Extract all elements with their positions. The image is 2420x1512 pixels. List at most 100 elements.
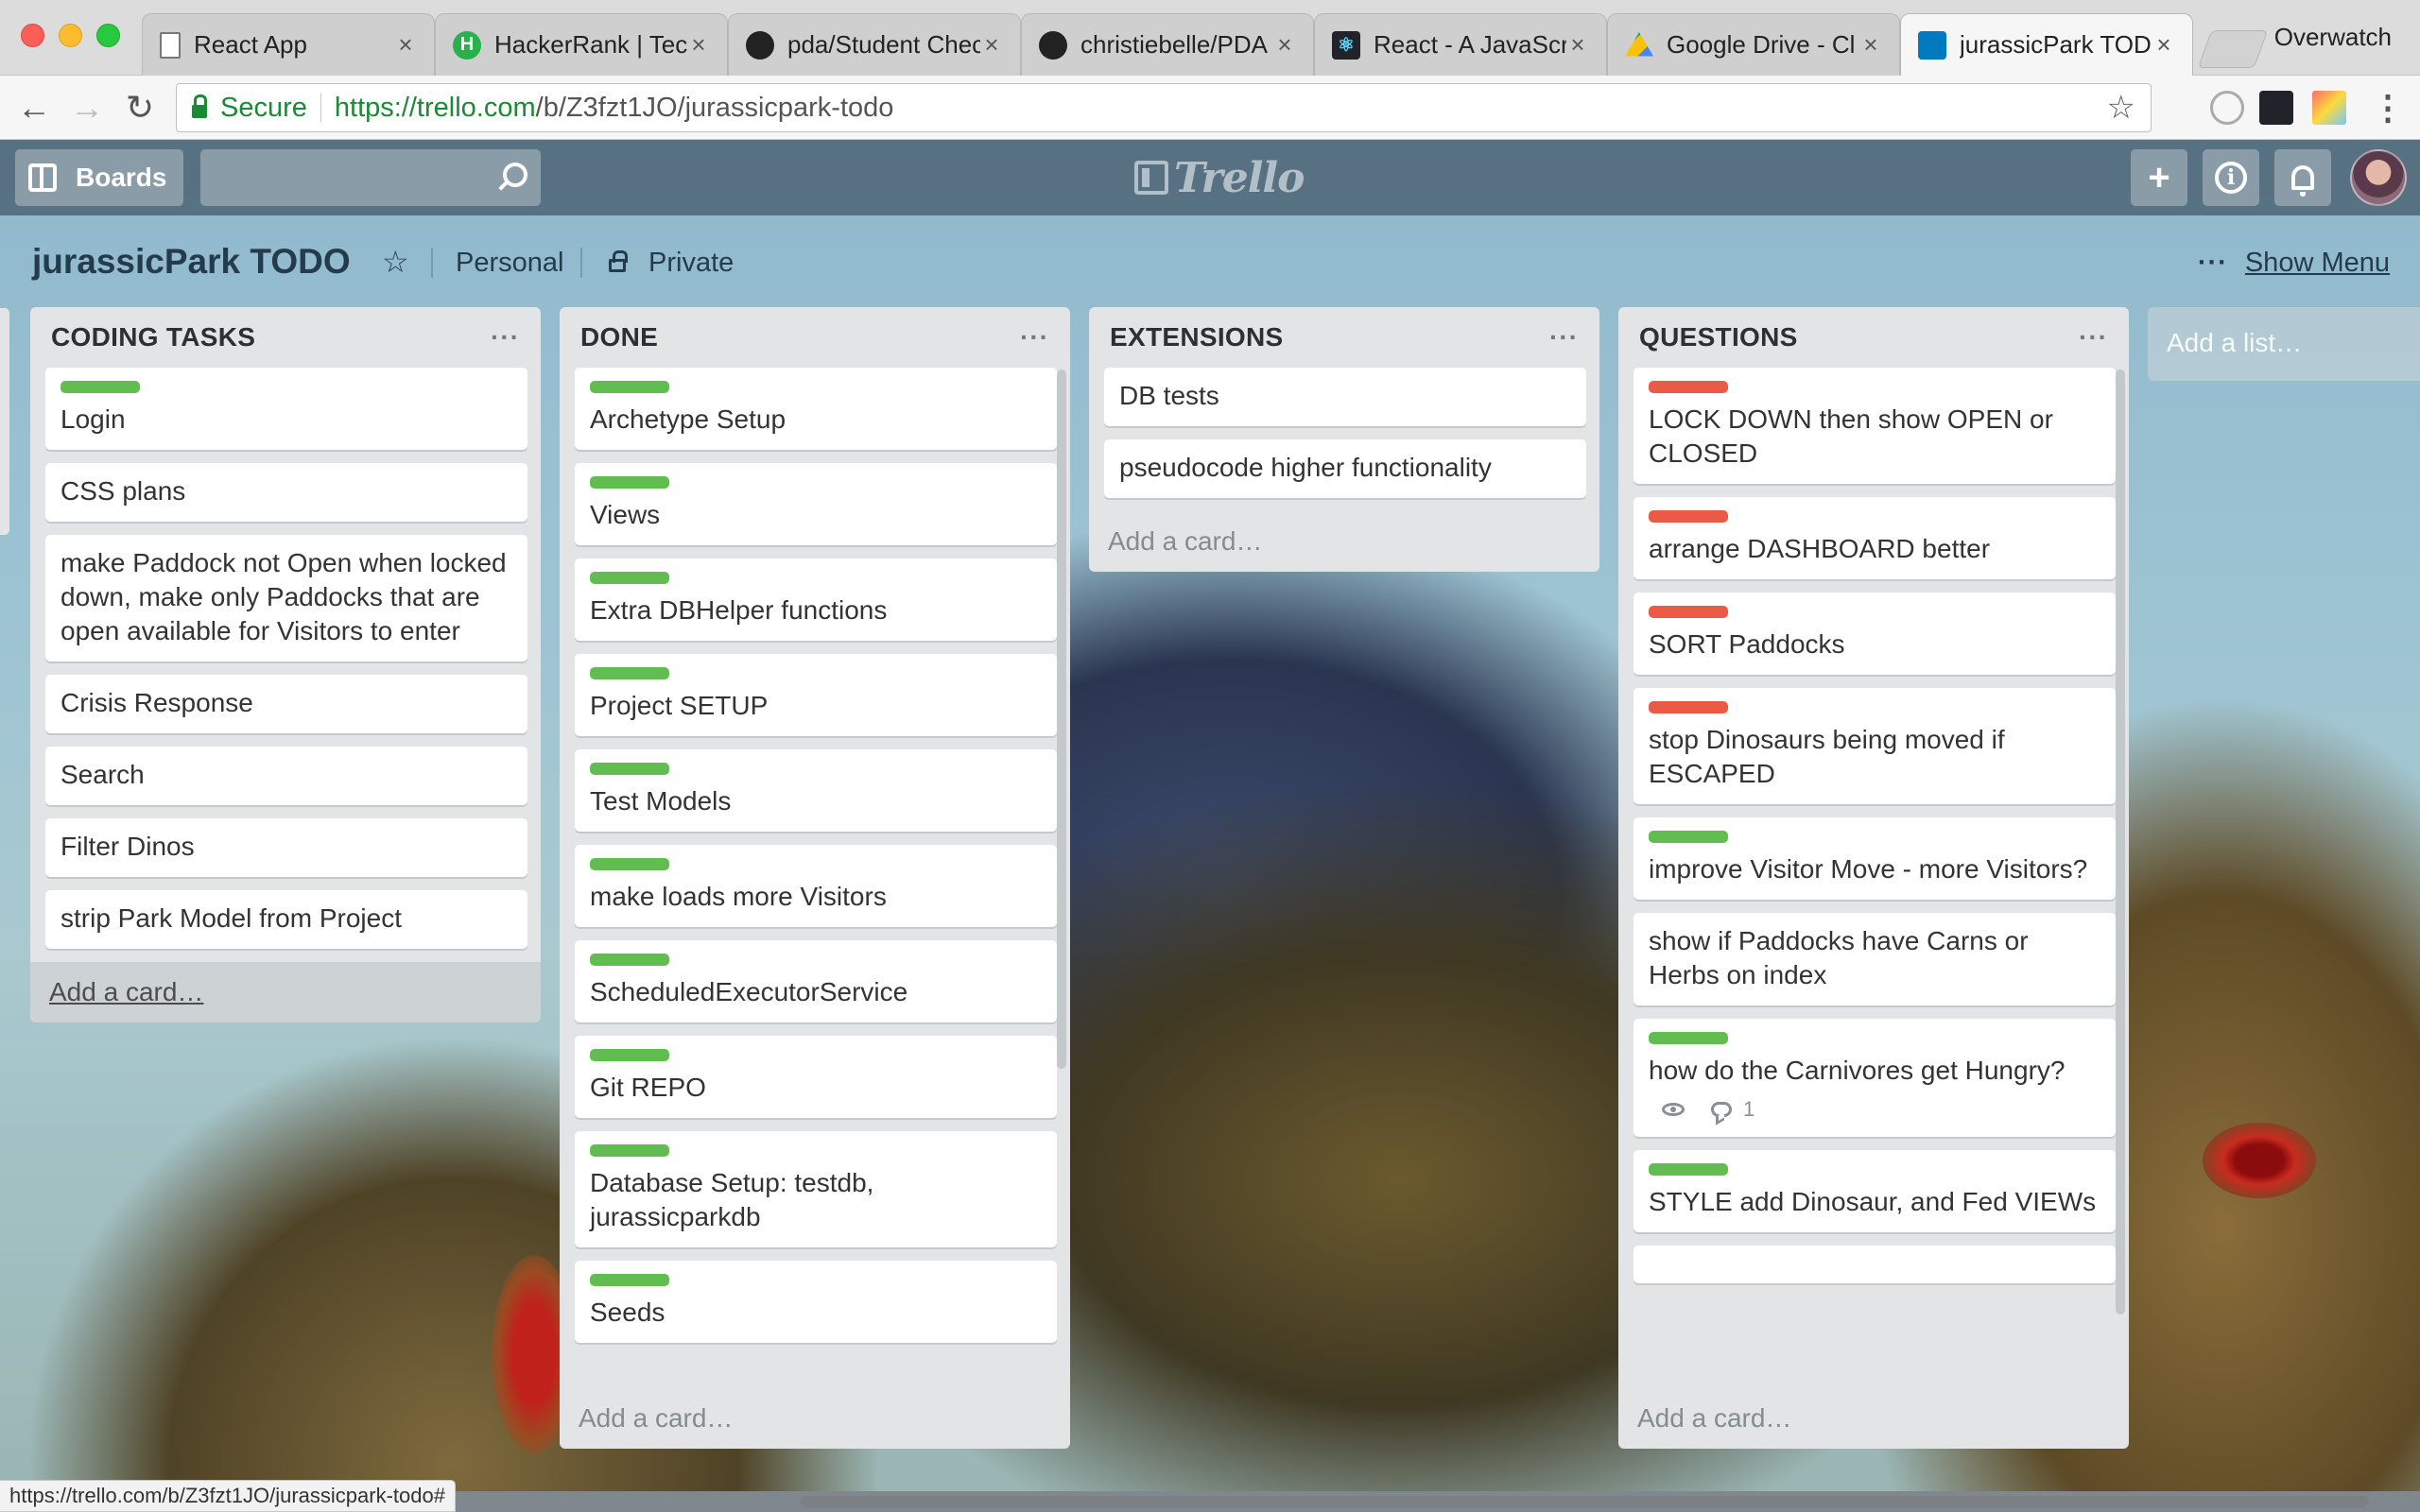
info-button[interactable]: i [2203,149,2259,206]
board-title[interactable]: jurassicPark TODO [32,242,351,282]
browser-tab-trello[interactable]: jurassicPark TOD × [1900,13,2193,76]
card[interactable]: Git REPO [575,1036,1057,1118]
extension-icon[interactable] [2210,91,2244,125]
close-tab-icon[interactable]: × [687,30,710,60]
browser-tab-hackerrank[interactable]: H HackerRank | Tec × [435,13,728,76]
card[interactable]: Views [575,463,1057,545]
list-header[interactable]: DONE ··· [560,307,1070,368]
bookmark-star-icon[interactable]: ☆ [2107,89,2135,127]
card-label-green[interactable] [1649,1032,1728,1044]
board-visibility-button[interactable]: Private [609,248,734,279]
back-arrow-icon[interactable]: ← [15,89,53,127]
card[interactable]: stop Dinosaurs being moved if ESCAPED [1634,688,2116,804]
avatar[interactable] [2350,149,2407,206]
new-tab-button[interactable] [2197,30,2269,68]
boards-button[interactable]: Boards [15,149,183,206]
add-card-button[interactable]: Add a card… [1089,511,1599,572]
card-label-red[interactable] [1649,701,1728,713]
card-label-green[interactable] [60,381,140,393]
list-scrollbar[interactable] [2116,369,2125,1314]
list-menu-icon[interactable]: ··· [1549,322,1579,352]
list-title[interactable]: QUESTIONS [1639,322,2079,352]
minimize-window-button[interactable] [59,24,82,47]
star-icon[interactable]: ☆ [382,244,409,280]
list-title[interactable]: EXTENSIONS [1110,322,1549,352]
card[interactable]: Login [45,368,527,450]
card-label-green[interactable] [590,381,669,393]
browser-profile-name[interactable]: Overwatch [2274,23,2392,52]
card[interactable]: pseudocode higher functionality [1104,439,1586,498]
card-label-green[interactable] [590,1049,669,1061]
close-tab-icon[interactable]: × [1566,30,1589,60]
card[interactable]: ScheduledExecutorService [575,940,1057,1022]
card[interactable]: Test Models [575,749,1057,832]
card[interactable]: Crisis Response [45,675,527,733]
close-tab-icon[interactable]: × [1273,30,1296,60]
card[interactable]: make loads more Visitors [575,845,1057,927]
card[interactable]: strip Park Model from Project [45,890,527,949]
react-devtools-icon[interactable] [2259,91,2293,125]
maximize-window-button[interactable] [96,24,120,47]
card[interactable]: Extra DBHelper functions [575,558,1057,641]
close-tab-icon[interactable]: × [394,30,417,60]
list-header[interactable]: CODING TASKS ··· [30,307,541,368]
card-label-red[interactable] [1649,381,1728,393]
card[interactable]: Filter Dinos [45,818,527,877]
card-label-red[interactable] [1649,606,1728,618]
card[interactable]: CSS plans [45,463,527,522]
card-label-green[interactable] [590,858,669,870]
card-label-green[interactable] [590,763,669,775]
card[interactable]: Project SETUP [575,654,1057,736]
close-tab-icon[interactable]: × [2152,30,2175,60]
card[interactable] [1634,1246,2116,1283]
trello-logo[interactable]: Trello [1134,153,1305,202]
card[interactable]: Archetype Setup [575,368,1057,450]
url-bar[interactable]: Secure https://trello.com /b/Z3fzt1JO/ju… [176,83,2152,132]
card-label-green[interactable] [590,667,669,679]
list-scrollbar[interactable] [1057,369,1066,1069]
card[interactable]: Seeds [575,1261,1057,1343]
list-menu-icon[interactable]: ··· [1020,322,1049,352]
card-label-green[interactable] [590,572,669,584]
forward-arrow-icon[interactable]: → [68,89,106,127]
browser-tab-react-app[interactable]: React App × [142,13,435,76]
list-title[interactable]: DONE [580,322,1020,352]
list-title[interactable]: CODING TASKS [51,322,491,352]
card-label-green[interactable] [590,954,669,966]
card[interactable]: show if Paddocks have Carns or Herbs on … [1634,913,2116,1005]
card-label-green[interactable] [590,1144,669,1157]
scrollbar-thumb[interactable] [800,1496,2369,1507]
card[interactable]: improve Visitor Move - more Visitors? [1634,817,2116,900]
card[interactable]: how do the Carnivores get Hungry? 1 [1634,1019,2116,1137]
search-icon[interactable] [503,163,527,187]
add-list-button[interactable]: Add a list… [2148,307,2420,381]
list-header[interactable]: QUESTIONS ··· [1618,307,2129,368]
card-label-green[interactable] [1649,831,1728,843]
close-tab-icon[interactable]: × [980,30,1003,60]
card[interactable]: DB tests [1104,368,1586,426]
browser-menu-icon[interactable]: ⋮ [2369,89,2407,127]
card-label-green[interactable] [1649,1163,1728,1176]
list-menu-icon[interactable]: ··· [491,322,520,352]
card[interactable]: LOCK DOWN then show OPEN or CLOSED [1634,368,2116,484]
close-window-button[interactable] [21,24,44,47]
notifications-button[interactable] [2274,149,2331,206]
browser-tab-react[interactable]: ⚛ React - A JavaScr × [1314,13,1607,76]
browser-tab-pda-student[interactable]: pda/Student Chec × [728,13,1021,76]
show-menu-button[interactable]: ··· Show Menu [2198,248,2390,279]
add-card-button[interactable]: Add a card… [1618,1388,2129,1449]
add-card-button[interactable]: Add a card… [30,962,541,1022]
card[interactable]: Database Setup: testdb, jurassicparkdb [575,1131,1057,1247]
card-label-green[interactable] [590,1274,669,1286]
color-extension-icon[interactable] [2312,91,2346,125]
card[interactable]: Search [45,747,527,805]
reload-icon[interactable]: ↻ [121,89,159,127]
search-input[interactable] [200,149,541,206]
card[interactable]: SORT Paddocks [1634,593,2116,675]
add-card-button[interactable]: Add a card… [560,1388,1070,1449]
card[interactable]: make Paddock not Open when locked down, … [45,535,527,662]
browser-tab-christiebelle[interactable]: christiebelle/PDA × [1021,13,1314,76]
close-tab-icon[interactable]: × [1859,30,1882,60]
browser-tab-google-drive[interactable]: Google Drive - Cl × [1607,13,1900,76]
list-menu-icon[interactable]: ··· [2079,322,2108,352]
